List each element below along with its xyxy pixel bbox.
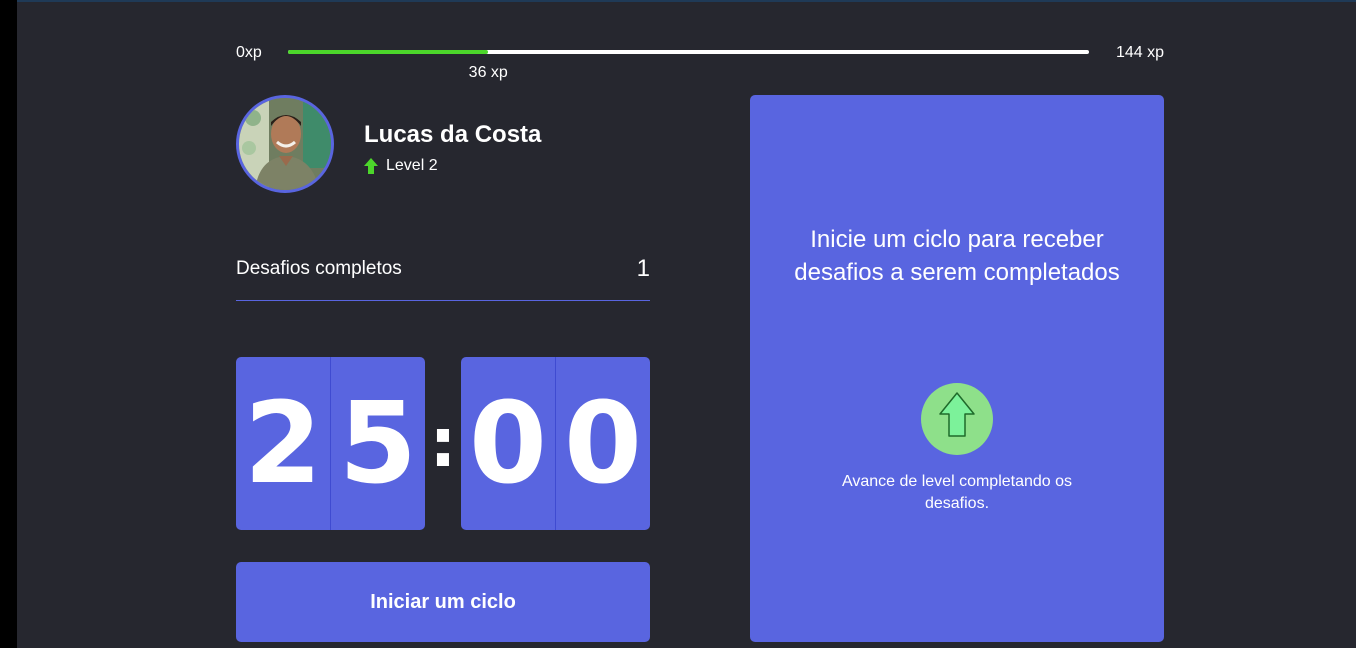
window-top-border — [17, 0, 1356, 2]
minute-digit-right: 5 — [330, 357, 425, 530]
level-label: Level 2 — [386, 157, 438, 174]
challenge-box-hint: Avance de level completando os desafios. — [841, 473, 1073, 512]
xp-current-label: 36 xp — [468, 64, 508, 81]
challenge-box-title: Inicie um ciclo para receber desafios a … — [794, 226, 1120, 286]
window-edge — [0, 0, 17, 648]
xp-progress-fill — [288, 50, 489, 54]
second-digit-right: 0 — [555, 357, 650, 530]
profile: Lucas da Costa Level 2 — [236, 95, 650, 199]
xp-track — [288, 50, 1089, 54]
countdown-seconds: 0 0 — [461, 357, 650, 530]
user-avatar — [236, 95, 334, 193]
level-up-icon — [921, 383, 993, 455]
start-cycle-button[interactable]: Iniciar um ciclo — [236, 562, 650, 642]
user-level: Level 2 — [364, 157, 438, 175]
challenge-box: Inicie um ciclo para receber desafios a … — [750, 95, 1164, 642]
experience-bar: 0xp 36 xp 144 xp — [236, 42, 1164, 82]
xp-min-label: 0xp — [236, 44, 262, 61]
xp-max-label: 144 xp — [1115, 44, 1164, 61]
countdown-minutes: 2 5 — [236, 357, 425, 530]
countdown-separator: : — [429, 404, 457, 483]
level-up-arrow-icon — [364, 158, 378, 174]
minute-digit-left: 2 — [244, 378, 322, 509]
completed-challenges-count: 1 — [636, 255, 650, 282]
second-digit-left: 0 — [469, 378, 547, 509]
countdown-timer: 2 5 : 0 0 — [236, 357, 650, 530]
user-name: Lucas da Costa — [364, 121, 542, 148]
completed-challenges: Desafios completos 1 — [236, 250, 650, 301]
completed-challenges-label: Desafios completos — [236, 258, 402, 279]
